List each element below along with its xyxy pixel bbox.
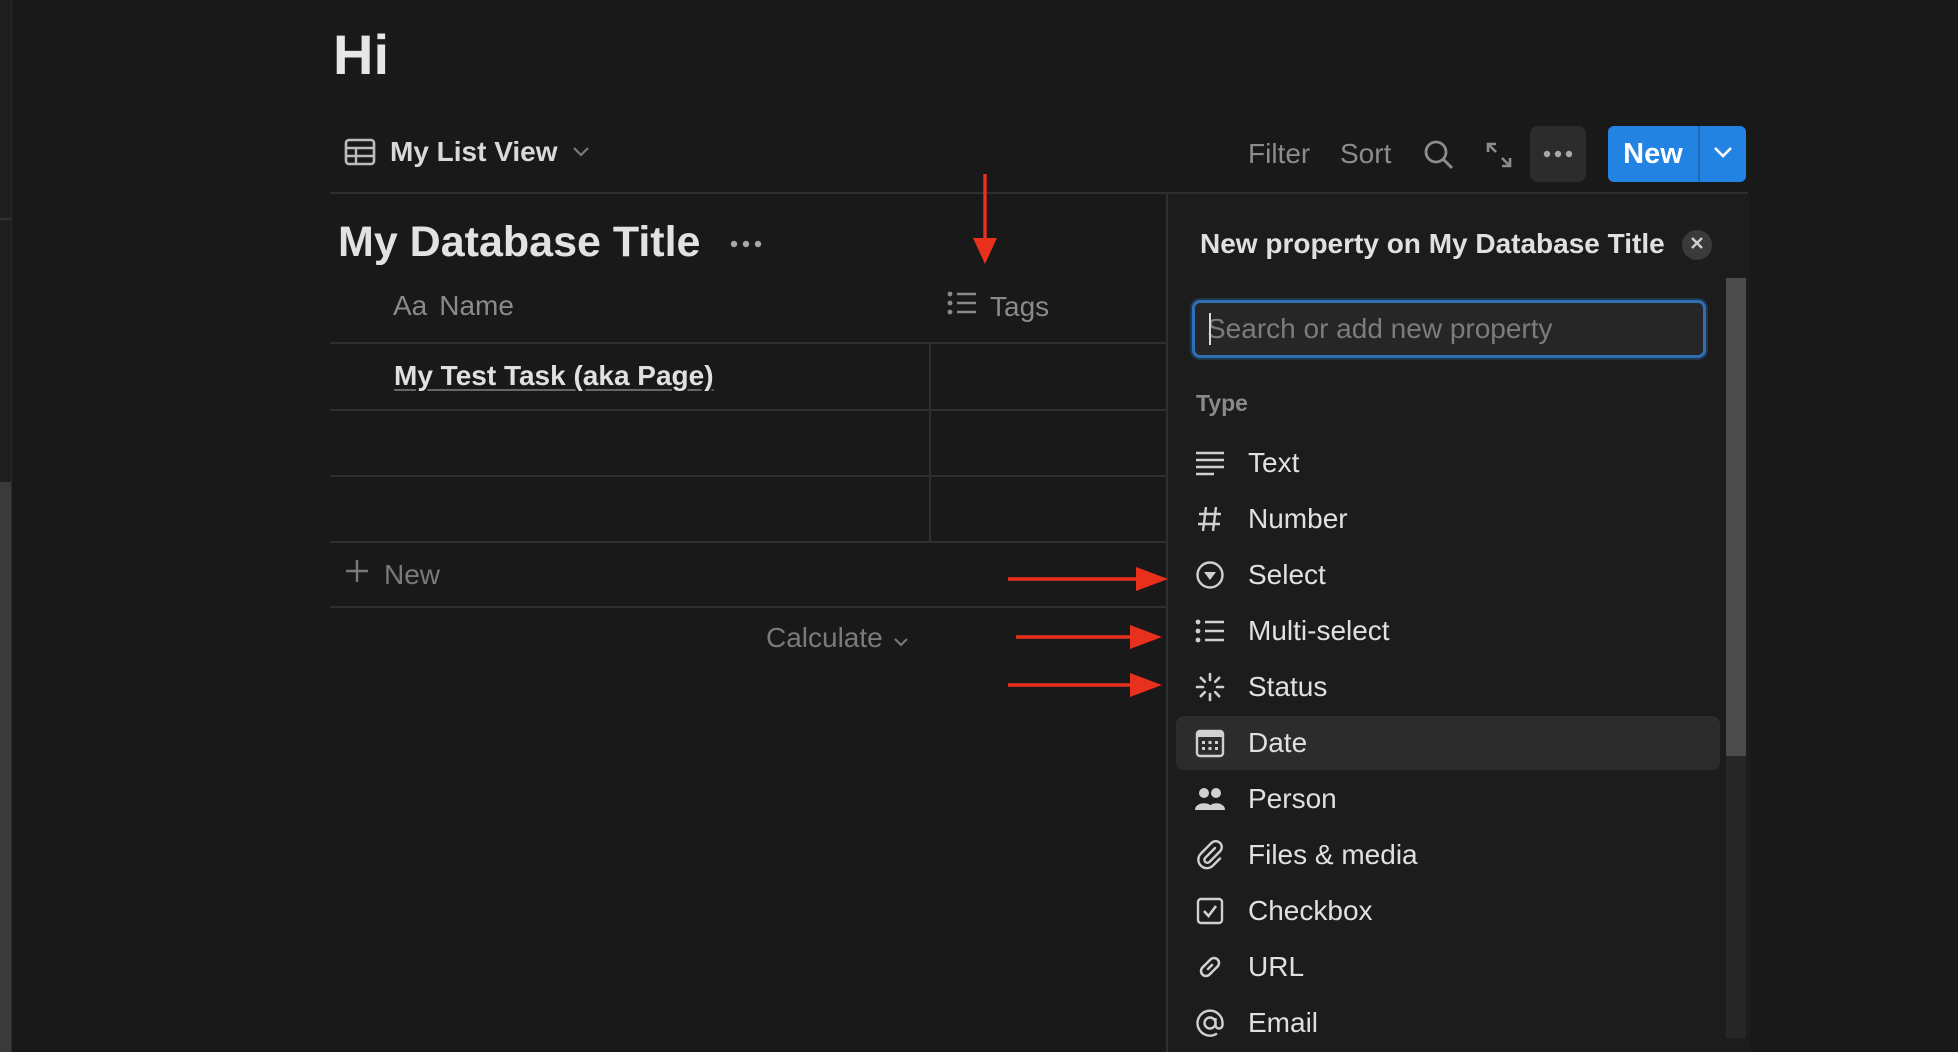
more-icon	[1543, 145, 1573, 163]
checkbox-icon	[1194, 895, 1226, 927]
new-property-panel: New property on My Database Title Type T…	[1166, 194, 1750, 1052]
panel-title: New property on My Database Title	[1200, 228, 1665, 259]
search-icon[interactable]	[1422, 138, 1456, 172]
property-type-text[interactable]: Text	[1176, 436, 1720, 490]
paperclip-icon	[1194, 839, 1226, 871]
left-rail-scrollbar[interactable]	[0, 482, 11, 1052]
property-type-email[interactable]: Email	[1176, 996, 1720, 1050]
calendar-icon	[1194, 727, 1226, 759]
close-icon	[1690, 236, 1704, 255]
chevron-down-icon	[893, 622, 909, 654]
column-header-label: Tags	[990, 290, 1050, 322]
add-row-button[interactable]: New	[344, 558, 440, 591]
column-header-tags[interactable]: Tags	[946, 290, 1049, 323]
property-type-status[interactable]: Status	[1176, 660, 1720, 714]
property-type-label: Text	[1248, 447, 1300, 478]
table-row-divider	[330, 606, 1166, 608]
table-header-divider	[330, 342, 1166, 344]
annotation-arrow-down	[973, 174, 997, 264]
property-type-label: Status	[1248, 671, 1328, 702]
list-icon	[1194, 615, 1226, 647]
plus-icon	[344, 558, 370, 591]
new-button[interactable]: New	[1608, 126, 1698, 182]
new-button-group: New	[1608, 126, 1746, 182]
property-type-files-media[interactable]: Files & media	[1176, 828, 1720, 882]
table-row-name-cell[interactable]: My Test Task (aka Page)	[394, 360, 714, 392]
table-column-divider	[929, 344, 931, 542]
column-header-label: Name	[439, 290, 514, 321]
filter-button[interactable]: Filter	[1248, 138, 1310, 170]
property-type-label: Date	[1248, 727, 1308, 758]
property-type-checkbox[interactable]: Checkbox	[1176, 884, 1720, 938]
hash-icon	[1194, 503, 1226, 535]
column-header-name[interactable]: Aa Name	[393, 290, 514, 322]
panel-scroll-thumb[interactable]	[1726, 278, 1746, 756]
property-type-label: Email	[1248, 1007, 1319, 1038]
property-type-multi-select[interactable]: Multi-select	[1176, 604, 1720, 658]
property-type-label: Files & media	[1248, 839, 1418, 870]
table-row-divider	[330, 475, 1166, 477]
property-type-label: Number	[1248, 503, 1348, 534]
property-type-label: Checkbox	[1248, 895, 1373, 926]
table-row-divider	[330, 541, 1166, 543]
property-type-url[interactable]: URL	[1176, 940, 1720, 994]
chevron-down-icon	[1713, 145, 1733, 163]
property-search-input[interactable]	[1195, 303, 1703, 355]
database-title[interactable]: My Database Title	[338, 218, 700, 267]
status-spinner-icon	[1194, 671, 1226, 703]
sort-button[interactable]: Sort	[1340, 138, 1391, 170]
page-title[interactable]: Hi	[333, 22, 389, 87]
table-row-divider	[330, 409, 1166, 411]
property-type-label: Person	[1248, 783, 1337, 814]
annotation-arrow-right	[1016, 625, 1162, 649]
chevron-down-icon	[572, 146, 590, 158]
view-toolbar: My List View Filter Sort New	[330, 120, 1748, 192]
close-button[interactable]	[1682, 230, 1712, 260]
property-type-label: Select	[1248, 559, 1326, 590]
text-lines-icon	[1194, 447, 1226, 479]
expand-icon[interactable]	[1482, 138, 1516, 172]
table-icon	[344, 138, 376, 166]
property-type-number[interactable]: Number	[1176, 492, 1720, 546]
new-dropdown-button[interactable]	[1700, 126, 1746, 182]
property-search-box	[1192, 300, 1706, 358]
type-section-label: Type	[1196, 390, 1248, 416]
calculate-button[interactable]: Calculate	[766, 622, 909, 654]
link-icon	[1194, 951, 1226, 983]
annotation-arrow-right	[1008, 673, 1162, 697]
at-icon	[1194, 1007, 1226, 1039]
people-icon	[1194, 783, 1226, 815]
add-row-label: New	[384, 558, 441, 590]
property-type-label: URL	[1248, 951, 1305, 982]
left-rail-tick	[0, 218, 11, 220]
left-rail-divider	[11, 0, 12, 1052]
property-type-person[interactable]: Person	[1176, 772, 1720, 826]
more-icon[interactable]	[728, 226, 764, 262]
property-type-date[interactable]: Date	[1176, 716, 1720, 770]
calculate-label: Calculate	[766, 622, 883, 653]
view-name: My List View	[390, 136, 558, 167]
property-type-label: Multi-select	[1248, 615, 1390, 646]
select-circle-icon	[1194, 559, 1226, 591]
view-switcher[interactable]: My List View	[344, 136, 590, 168]
text-type-icon: Aa	[393, 290, 428, 321]
property-type-select[interactable]: Select	[1176, 548, 1720, 602]
view-more-button[interactable]	[1530, 126, 1586, 182]
annotation-arrow-right	[1008, 567, 1168, 591]
text-cursor	[1209, 313, 1211, 345]
list-icon	[946, 290, 978, 323]
